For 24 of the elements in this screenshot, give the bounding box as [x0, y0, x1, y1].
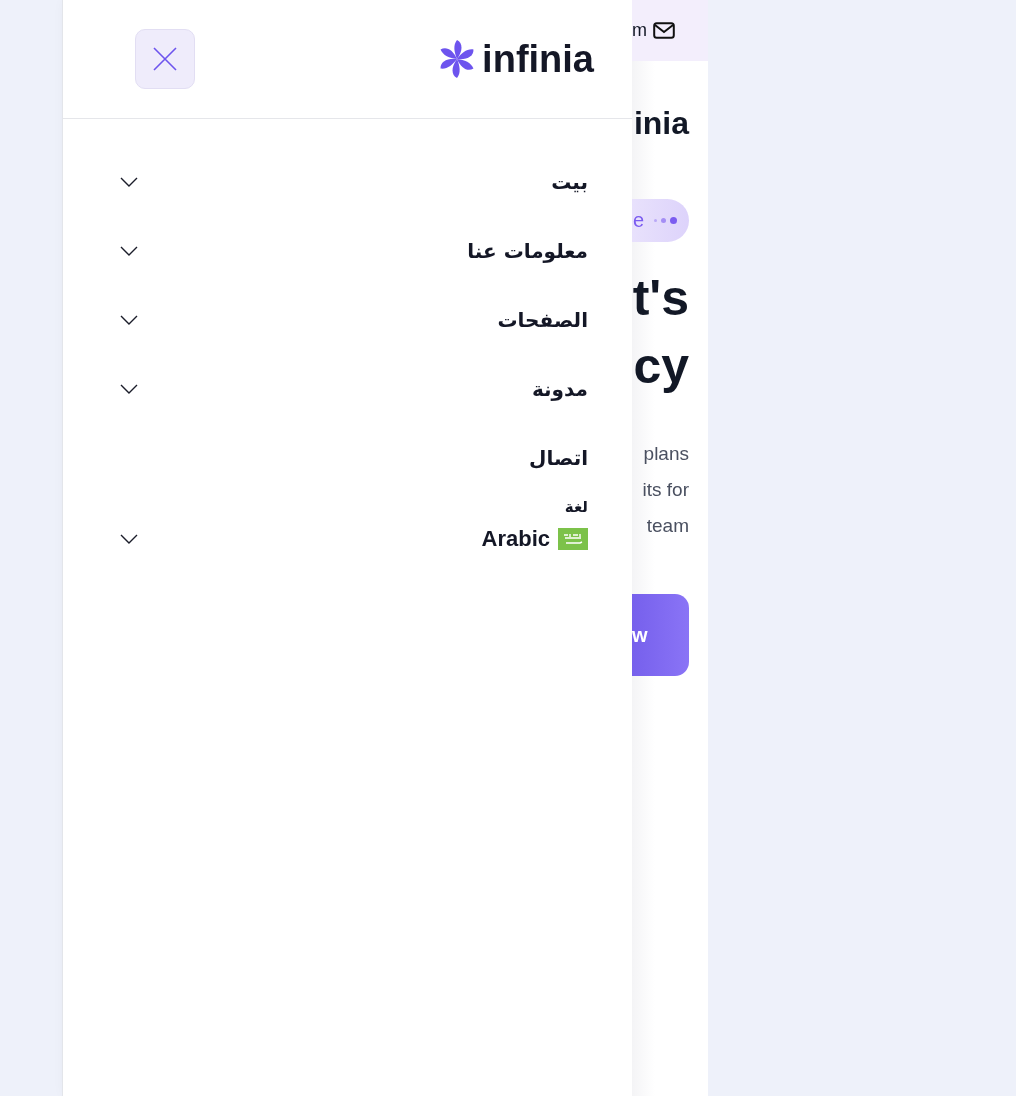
language-label: لغة — [564, 498, 588, 516]
close-button[interactable] — [135, 29, 195, 89]
menu-item[interactable]: اتصال — [529, 445, 588, 470]
top-bar-text: m — [632, 20, 647, 41]
chevron-down-icon[interactable] — [120, 383, 138, 394]
menu-item[interactable]: بيت — [551, 169, 588, 194]
chevron-down-icon[interactable] — [120, 245, 138, 256]
logo-text[interactable]: infinia — [482, 37, 594, 81]
menu-item[interactable]: مدونة — [532, 376, 588, 401]
language-selector[interactable]: Arabic — [481, 526, 550, 552]
headline-text: t's — [632, 269, 689, 328]
cta-button[interactable]: w — [632, 594, 689, 676]
headline-text: cy — [633, 337, 689, 396]
mail-icon[interactable] — [653, 22, 675, 39]
chevron-down-icon[interactable] — [120, 534, 138, 544]
brand-heading: inia — [633, 105, 689, 143]
paragraph-text: plans its for team — [642, 442, 689, 538]
badge: e — [632, 199, 689, 242]
menu-item[interactable]: معلومات عنا — [467, 238, 588, 263]
close-icon — [153, 47, 177, 71]
chevron-down-icon[interactable] — [120, 176, 138, 187]
flag-icon — [558, 528, 588, 550]
chevron-down-icon[interactable] — [120, 314, 138, 325]
menu-item[interactable]: الصفحات — [497, 307, 588, 332]
